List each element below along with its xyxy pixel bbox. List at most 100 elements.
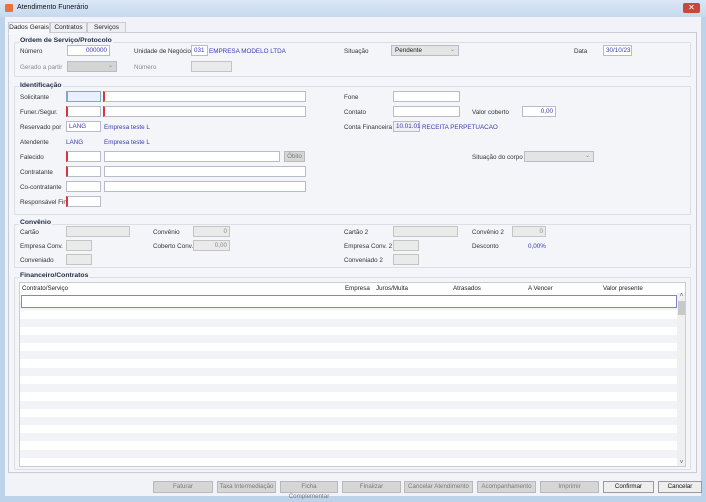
table-row[interactable] [20, 433, 677, 442]
valor-coberto-field[interactable]: 0,00 [522, 106, 556, 117]
ficha-complementar-button[interactable]: Ficha Complementar [280, 481, 338, 500]
funer-name-field[interactable] [103, 106, 306, 117]
unidade-code-field[interactable]: 031 [191, 45, 208, 56]
selected-row[interactable] [21, 295, 677, 308]
group-title: Ordem de Serviço/Protocolo [19, 37, 113, 44]
table-row[interactable] [20, 417, 677, 425]
cartao2-label: Cartão 2 [344, 229, 369, 236]
desconto-label: Desconto [472, 243, 499, 250]
convenio2-label: Convênio 2 [472, 229, 504, 236]
table-row[interactable] [20, 392, 677, 400]
contratante-label: Contratante [20, 169, 53, 176]
scrollbar-thumb[interactable] [678, 301, 685, 315]
table-row[interactable] [20, 442, 677, 450]
atendente-value: LANG [66, 139, 84, 146]
window-title: Atendimento Funerário [17, 4, 89, 11]
chevron-down-icon: ⌄ [449, 47, 455, 53]
numero-label: Número [20, 48, 43, 55]
cartao-label: Cartão [20, 229, 39, 236]
app-icon [5, 4, 13, 12]
column-header[interactable]: Valor presente [603, 285, 643, 292]
tab-dados-gerais[interactable]: Dados Gerais [8, 22, 50, 34]
conveniado-field[interactable] [66, 254, 92, 265]
column-header[interactable]: Juros/Multa [376, 285, 408, 292]
conveniado2-label: Conveniado 2 [344, 257, 383, 264]
table-row[interactable] [20, 310, 677, 318]
desconto-value: 0,00% [528, 243, 546, 250]
funer-label: Funer./Segur. [20, 109, 58, 116]
table-row[interactable] [20, 425, 677, 433]
imprimir-button[interactable]: Imprimir [540, 481, 599, 493]
column-header[interactable]: A Vencer [528, 285, 553, 292]
scrollbar[interactable]: ˄ ˅ [677, 293, 685, 466]
scroll-up-icon[interactable]: ˄ [677, 293, 685, 300]
faturar-button[interactable]: Faturar [153, 481, 213, 493]
cocontratante-name-field[interactable] [104, 181, 306, 192]
group-title: Convênio [19, 219, 52, 226]
falecido-name-field[interactable] [104, 151, 280, 162]
empresa-conv2-field[interactable] [393, 240, 419, 251]
table-row[interactable] [20, 318, 677, 327]
table-row[interactable] [20, 409, 677, 417]
contato-field[interactable] [393, 106, 460, 117]
situacao-corpo-label: Situação do corpo [472, 154, 523, 161]
contracts-table[interactable]: Contrato/Serviço Empresa Juros/Multa Atr… [19, 282, 686, 467]
table-row[interactable] [20, 327, 677, 335]
contratante-code-field[interactable] [66, 166, 101, 177]
cartao-field[interactable] [66, 226, 130, 237]
table-row[interactable] [20, 360, 677, 368]
finalizar-button[interactable]: Finalizar [342, 481, 401, 493]
reservado-name: Empresa teste L [104, 124, 150, 131]
table-row[interactable] [20, 384, 677, 393]
empresa-conv2-label: Empresa Conv. 2 [344, 243, 393, 250]
solicitante-code-field[interactable] [66, 91, 101, 102]
group-title: Identificação [19, 82, 63, 89]
coberto-conv-field[interactable]: 0,00 [193, 240, 230, 251]
cancelar-button[interactable]: Cancelar [658, 481, 702, 493]
conveniado2-field[interactable] [393, 254, 419, 265]
gerado-select[interactable]: ⌄ [67, 61, 117, 72]
empresa-conv-field[interactable] [66, 240, 92, 251]
table-row[interactable] [20, 335, 677, 343]
column-header[interactable]: Atrasados [453, 285, 481, 292]
table-row[interactable] [20, 367, 677, 376]
funer-code-field[interactable] [66, 106, 101, 117]
group-title: Financeiro/Contratos [19, 272, 90, 279]
column-header[interactable]: Contrato/Serviço [22, 285, 68, 292]
cocontratante-label: Co-contratante [20, 184, 62, 191]
conta-code-field[interactable]: 10.01.01 [393, 121, 421, 132]
solicitante-name-field[interactable] [103, 91, 306, 102]
contato-label: Contato [344, 109, 367, 116]
column-header[interactable]: Empresa [345, 285, 370, 292]
table-row[interactable] [20, 400, 677, 409]
table-row[interactable] [20, 343, 677, 351]
taxa-intermediacao-button[interactable]: Taxa Intermediação [217, 481, 276, 493]
convenio-field[interactable]: 0 [193, 226, 230, 237]
data-field[interactable]: 30/10/23 [603, 45, 632, 56]
contratante-name-field[interactable] [104, 166, 306, 177]
table-row[interactable] [20, 351, 677, 360]
numero2-field[interactable] [191, 61, 232, 72]
fone-field[interactable] [393, 91, 460, 102]
reservado-field[interactable]: LANG [66, 121, 101, 132]
table-row[interactable] [20, 449, 677, 458]
falecido-code-field[interactable] [66, 151, 101, 162]
atendente-name: Empresa teste L [104, 139, 150, 146]
obito-button[interactable]: Óbito [284, 151, 305, 162]
cartao2-field[interactable] [393, 226, 458, 237]
table-row[interactable] [20, 376, 677, 384]
close-icon[interactable]: ✕ [683, 3, 700, 13]
situacao-select[interactable]: Pendente ⌄ [391, 45, 459, 56]
convenio2-field[interactable]: 0 [512, 226, 546, 237]
situacao-corpo-select[interactable]: ⌄ [524, 151, 594, 162]
table-row[interactable] [20, 458, 677, 466]
gerado-label: Gerado a partir [20, 64, 63, 71]
confirmar-button[interactable]: Confirmar [603, 481, 654, 493]
responsavel-field[interactable] [66, 196, 101, 207]
acompanhamento-button[interactable]: Acompanhamento [477, 481, 536, 493]
cocontratante-code-field[interactable] [66, 181, 101, 192]
fone-label: Fone [344, 94, 359, 101]
scroll-down-icon[interactable]: ˅ [677, 460, 685, 466]
cancelar-atendimento-button[interactable]: Cancelar Atendimento [404, 481, 473, 493]
numero-field[interactable]: 000000 [67, 45, 110, 56]
